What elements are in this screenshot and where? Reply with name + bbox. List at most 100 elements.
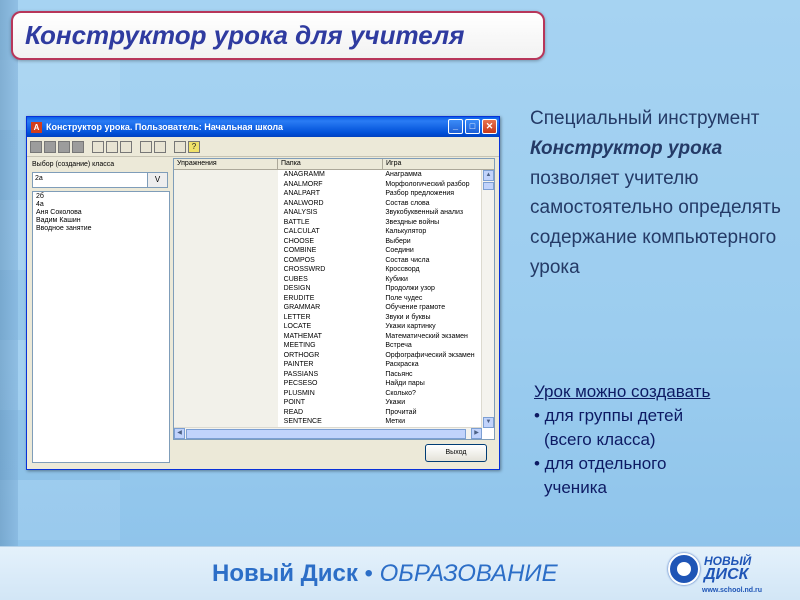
vertical-scroll-thumb[interactable] [483,182,494,190]
toolbar-tools-icon[interactable] [174,140,186,153]
table-row[interactable]: CALCULAT Калькулятор [174,227,482,237]
cell-exercise [174,236,278,246]
scroll-up-icon[interactable]: ▲ [483,170,494,181]
cell-exercise [174,369,278,379]
cell-game: Обучение грамоте [385,304,446,311]
close-button[interactable]: ✕ [482,119,497,134]
description-line-1: Специальный инструмент [530,108,760,129]
table-row[interactable]: POINT Укажи [174,398,482,408]
cell-folder: CALCULAT [283,228,320,235]
table-header: Упражнения Папка Игра [174,159,494,170]
table-row[interactable]: CROSSWRD Кроссворд [174,265,482,275]
cell-folder: PAINTER [283,361,314,368]
class-selection-label: Выбор (создание) класса [32,161,115,168]
maximize-button[interactable]: □ [465,119,480,134]
slide-title-box: Конструктор урока для учителя [11,11,545,60]
table-row[interactable]: DESIGN Продолжи узор [174,284,482,294]
table-row[interactable]: PLUSMIN Сколько? [174,388,482,398]
list-item[interactable]: Аня Соколова [36,209,166,217]
table-row[interactable]: ORTHOGR Орфографический экзамен [174,350,482,360]
cell-folder: SENTENCE [283,418,322,425]
table-row[interactable]: MATHEMAT Математический экзамен [174,331,482,341]
class-combo[interactable]: 2а V [32,172,168,188]
class-input[interactable]: 2а [32,172,148,188]
list-item[interactable]: Вадим Кашин [36,217,166,225]
toolbar-document-icon[interactable] [92,140,104,153]
toolbar-tree-icon[interactable] [140,140,152,153]
description-emphasis: Конструктор урока [530,137,723,159]
table-row[interactable]: PASSIANS Пасьянс [174,369,482,379]
cell-exercise [174,341,278,351]
cell-folder: CUBES [283,275,308,283]
cell-exercise [174,407,278,417]
column-header-exercises[interactable]: Упражнения [174,159,278,169]
table-row[interactable]: GRAMMAR Обучение грамоте [174,303,482,313]
column-header-game[interactable]: Игра [383,159,483,169]
table-row[interactable]: BATTLE Звездные войны [174,217,482,227]
cell-folder: CROSSWRD [283,266,326,273]
toolbar-help-icon[interactable]: ? [188,140,200,153]
horizontal-scroll-thumb[interactable] [186,429,466,439]
list-item[interactable]: 4а [36,201,166,209]
table-row[interactable]: ANALMORF Морфологический разбор [174,179,482,189]
scroll-down-icon[interactable]: ▼ [483,417,494,428]
exit-button[interactable]: Выход [425,444,487,462]
description-line-2: позволяет учителю самостоятельно определ… [530,167,781,278]
class-combo-dropdown-button[interactable]: V [148,172,168,188]
horizontal-scrollbar[interactable]: ◀ ▶ [174,427,482,439]
table-row[interactable]: MEETING Встреча [174,341,482,351]
cell-game: Анаграмма [385,171,422,178]
scroll-left-icon[interactable]: ◀ [174,428,185,439]
scroll-right-icon[interactable]: ▶ [471,428,482,439]
app-window: A Конструктор урока. Пользователь: Начал… [26,116,500,470]
table-row[interactable]: PAINTER Раскраска [174,360,482,370]
table-row[interactable]: LOCATE Укажи картинку [174,322,482,332]
cell-game: Продолжи узор [385,285,435,292]
table-row[interactable]: ANALPART Разбор предложения [174,189,482,199]
cell-game: Кубики [385,275,408,283]
logo-name: НОВЫЙ ДИСК [704,555,751,583]
column-header-folder[interactable]: Папка [278,159,383,169]
table-row[interactable]: ANAGRAMM Анаграмма [174,170,482,180]
toolbar-list-icon[interactable] [154,140,166,153]
table-row[interactable]: COMPOS Состав числа [174,255,482,265]
table-row[interactable]: PECSESO Найди пары [174,379,482,389]
cell-folder: CHOOSE [283,237,314,245]
list-item[interactable]: 2б [36,193,166,201]
toolbar-button-3-icon[interactable] [58,140,70,153]
toolbar-paste-icon[interactable] [120,140,132,153]
table-row[interactable]: ANALYSIS Звукобуквенный анализ [174,208,482,218]
table-row[interactable]: ERUDITE Поле чудес [174,293,482,303]
table-row[interactable]: SENTENCE Метки [174,417,482,427]
cell-game: Раскраска [385,361,419,368]
table-row[interactable]: COMBINE Соедини [174,246,482,256]
table-row[interactable]: LETTER Звуки и буквы [174,312,482,322]
cell-folder: LOCATE [283,323,312,330]
table-row[interactable]: CHOOSE Выбери [174,236,482,246]
cell-folder: ANALYSIS [283,209,318,216]
table-row[interactable]: ANALWORD Состав слова [174,198,482,208]
list-item[interactable]: Вводное занятие [36,225,166,233]
cell-exercise [174,265,278,275]
cell-exercise [174,331,278,341]
cell-game: Состав слова [385,199,430,207]
cell-game: Укажи [385,399,406,406]
cell-exercise [174,208,278,218]
toolbar-button-4-icon[interactable] [72,140,84,153]
cell-folder: GRAMMAR [283,304,321,311]
window-titlebar[interactable]: A Конструктор урока. Пользователь: Начал… [27,117,499,137]
cell-folder: ERUDITE [283,294,315,302]
minimize-button[interactable]: _ [448,119,463,134]
cell-exercise [174,293,278,303]
toolbar-button-2-icon[interactable] [44,140,56,153]
cell-folder: PASSIANS [283,370,319,378]
table-row[interactable]: READ Прочитай [174,407,482,417]
toolbar-copy-icon[interactable] [106,140,118,153]
bullet-item-1: • для группы детей [534,406,684,425]
toolbar-button-1-icon[interactable] [30,140,42,153]
toolbar: ? [27,137,499,157]
vertical-scrollbar[interactable]: ▲ ▼ [481,170,494,428]
cell-game: Выбери [385,237,411,245]
cell-exercise [174,303,278,313]
table-row[interactable]: CUBES Кубики [174,274,482,284]
